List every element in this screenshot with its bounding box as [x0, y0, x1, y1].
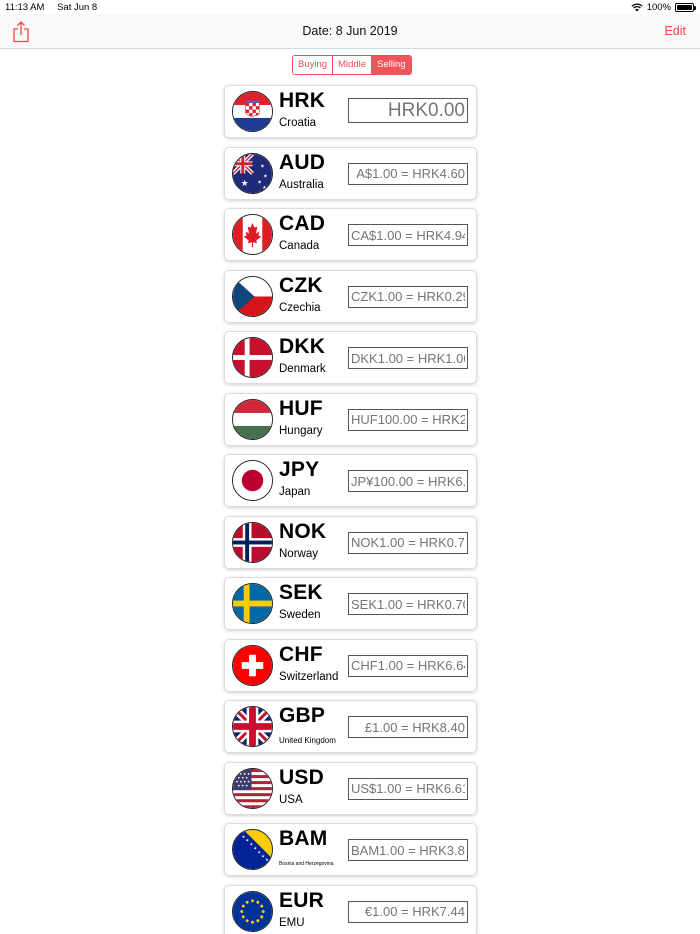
currency-country: Canada [279, 240, 320, 252]
united-kingdom-flag-icon [232, 706, 273, 747]
eu-flag-icon [232, 890, 273, 932]
amount-input-dkk[interactable] [348, 347, 468, 369]
status-date: Sat Jun 8 [57, 2, 98, 13]
currency-row-usd[interactable]: USD USA [225, 762, 476, 814]
currency-country: Norway [279, 547, 318, 560]
currency-code: CAD [279, 212, 326, 235]
norway-flag-icon [232, 521, 273, 563]
svg-text:★: ★ [260, 163, 265, 169]
currency-row-gbp[interactable]: GBP United Kingdom [225, 701, 476, 752]
amount-input-hrk[interactable] [348, 98, 468, 123]
currency-country: Croatia [279, 117, 317, 129]
currency-code: CZK [279, 273, 323, 297]
currency-row-dkk[interactable]: DKK Denmark [225, 332, 476, 383]
battery-percent: 100% [646, 2, 671, 13]
segment-middle[interactable]: Middle [333, 56, 373, 74]
currency-country: EMU [279, 916, 305, 929]
currency-code: CHF [279, 642, 323, 666]
svg-text:★: ★ [262, 185, 267, 191]
currency-code: GBP [279, 704, 326, 727]
amount-input-huf[interactable] [348, 408, 468, 431]
currency-code: NOK [279, 519, 327, 543]
hungary-flag-icon [232, 398, 273, 440]
currency-row-sek[interactable]: SEK Sweden [225, 578, 476, 629]
svg-text:★: ★ [265, 857, 269, 862]
currency-code: AUD [279, 150, 326, 174]
canada-flag-icon [232, 214, 273, 255]
currency-country: USA [279, 793, 303, 806]
status-time: 11:13 AM [5, 2, 45, 13]
nav-title: Date: 8 Jun 2019 [302, 24, 398, 38]
status-bar: 11:13 AM Sat Jun 8 100% [0, 0, 700, 14]
amount-input-cad[interactable] [348, 224, 468, 246]
currency-row-nok[interactable]: NOK Norway [225, 516, 476, 568]
amount-input-gbp[interactable] [348, 716, 468, 738]
amount-input-usd[interactable] [348, 777, 468, 800]
japan-flag-icon [232, 460, 273, 501]
wifi-icon [631, 3, 643, 12]
currency-country: Denmark [279, 363, 326, 375]
svg-text:★: ★ [263, 173, 268, 179]
currency-code: JPY [279, 458, 320, 481]
czechia-flag-icon [232, 275, 273, 317]
usa-flag-icon [232, 767, 273, 809]
amount-input-jpy[interactable] [348, 470, 468, 492]
segment-buying[interactable]: Buying [293, 56, 334, 74]
amount-input-bam[interactable] [348, 839, 468, 861]
amount-input-nok[interactable] [348, 531, 468, 554]
croatia-flag-icon [232, 91, 273, 132]
currency-row-jpy[interactable]: JPY Japan [225, 455, 476, 506]
currency-code: USD [279, 765, 324, 789]
amount-input-sek[interactable] [348, 593, 468, 615]
currency-code: DKK [279, 335, 326, 358]
amount-input-aud[interactable] [348, 162, 468, 185]
denmark-flag-icon [232, 337, 273, 378]
currency-country: Switzerland [279, 670, 339, 683]
currency-country: Australia [279, 178, 324, 191]
currency-code: HRK [279, 89, 326, 112]
amount-input-chf[interactable] [348, 654, 468, 677]
currency-code: BAM [279, 827, 328, 850]
currency-country: Bosnia and Herzegovina [279, 861, 334, 867]
amount-input-eur[interactable] [348, 900, 468, 923]
currency-code: EUR [279, 888, 324, 912]
currency-row-chf[interactable]: CHF Switzerland [225, 639, 476, 691]
amount-input-czk[interactable] [348, 285, 468, 308]
sweden-flag-icon [232, 583, 273, 624]
battery-icon [675, 3, 696, 12]
edit-button[interactable]: Edit [664, 24, 686, 38]
rate-type-segmented-control: Buying Middle Selling [292, 55, 412, 75]
currency-country: Hungary [279, 424, 323, 437]
svg-text:★: ★ [241, 179, 249, 189]
currency-row-aud[interactable]: ★ ★ ★ ★ ★ AUD Australia [225, 147, 476, 199]
currency-country: Sweden [279, 609, 321, 621]
currency-list: HRK Croatia ★ ★ ★ ★ ★ AUD Australia [225, 86, 476, 934]
australia-flag-icon: ★ ★ ★ ★ ★ [232, 152, 273, 194]
currency-row-hrk[interactable]: HRK Croatia [225, 86, 476, 137]
segment-selling[interactable]: Selling [372, 56, 411, 74]
currency-row-eur[interactable]: EUR EMU [225, 885, 476, 934]
currency-country: Japan [279, 486, 311, 498]
currency-row-bam[interactable]: ★★★ ★★★ ★★★ BAM Bosnia and Herzegovina [225, 824, 476, 875]
currency-code: HUF [279, 396, 323, 420]
currency-country: Czechia [279, 301, 321, 314]
nav-bar: Date: 8 Jun 2019 Edit [0, 14, 700, 49]
currency-code: SEK [279, 581, 323, 604]
currency-row-huf[interactable]: HUF Hungary [225, 393, 476, 445]
currency-country: United Kingdom [279, 736, 336, 745]
svg-text:★: ★ [269, 861, 272, 866]
currency-row-cad[interactable]: CAD Canada [225, 209, 476, 260]
switzerland-flag-icon [232, 644, 273, 686]
bosnia-flag-icon: ★★★ ★★★ ★★★ [232, 829, 273, 870]
currency-row-czk[interactable]: CZK Czechia [225, 270, 476, 322]
